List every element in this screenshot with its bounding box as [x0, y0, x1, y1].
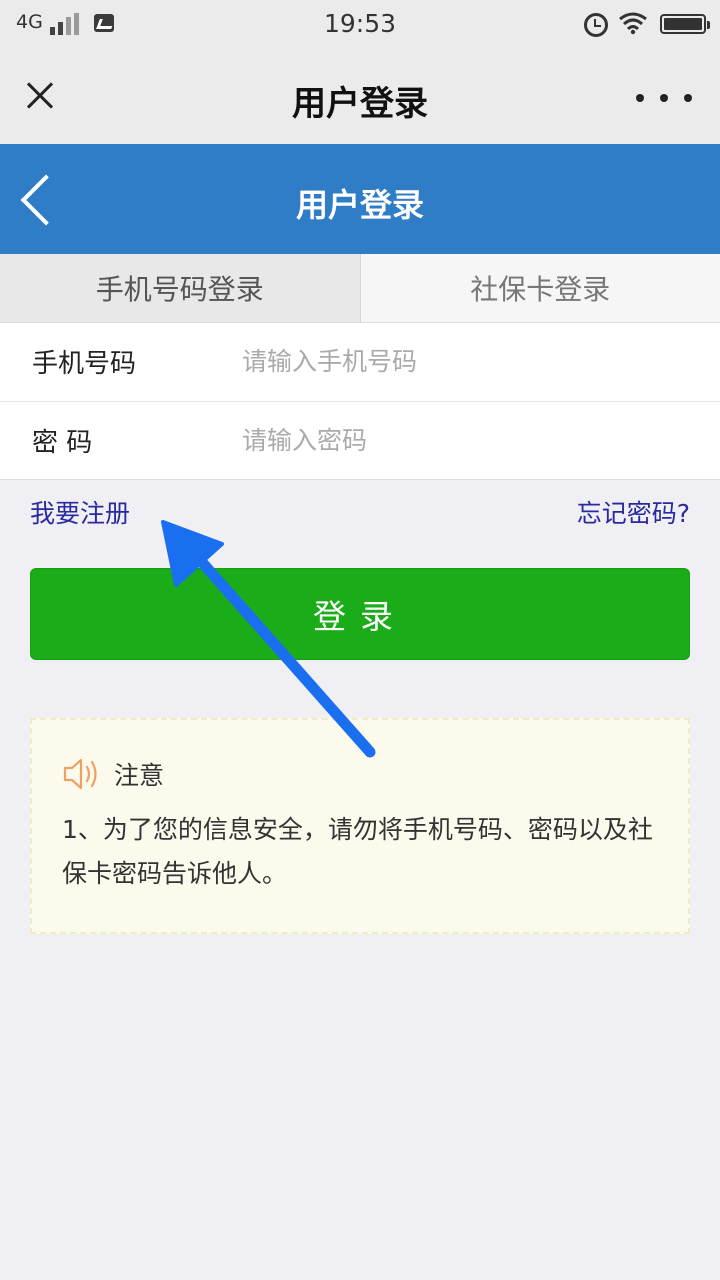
auth-links: 我要注册 忘记密码?: [0, 494, 720, 534]
notice-box: 注意 1、为了您的信息安全，请勿将手机号码、密码以及社保卡密码告诉他人。: [30, 718, 690, 934]
password-row: 密 码: [0, 402, 720, 480]
login-form: 手机号码 密 码: [0, 322, 720, 480]
notice-text: 1、为了您的信息安全，请勿将手机号码、密码以及社保卡密码告诉他人。: [62, 815, 653, 888]
battery-icon: [660, 14, 710, 34]
app-header: 用户登录: [0, 144, 720, 254]
wechat-title: 用户登录: [292, 84, 428, 124]
tab-phone-login[interactable]: 手机号码登录: [0, 254, 361, 322]
status-bar: 4G 19:53: [0, 0, 720, 50]
password-input[interactable]: [242, 416, 682, 464]
alarm-icon: [584, 13, 608, 37]
phone-label: 手机号码: [32, 349, 137, 379]
phone-input[interactable]: [242, 337, 682, 385]
tab-social-card-login[interactable]: 社保卡登录: [360, 254, 720, 322]
register-link[interactable]: 我要注册: [30, 494, 130, 530]
notice-title: 注意: [114, 761, 165, 790]
status-time: 19:53: [323, 9, 397, 38]
forgot-password-link[interactable]: 忘记密码?: [577, 494, 690, 530]
login-button[interactable]: 登录: [30, 568, 690, 660]
login-tabs: 手机号码登录 社保卡登录: [0, 254, 720, 322]
wechat-title-bar: 用户登录: [0, 50, 720, 144]
wifi-icon: [619, 12, 647, 35]
phone-row: 手机号码: [0, 323, 720, 402]
speaker-icon: [63, 758, 97, 790]
page-title: 用户登录: [295, 186, 424, 224]
password-label: 密 码: [32, 428, 93, 458]
more-icon[interactable]: [636, 88, 692, 108]
